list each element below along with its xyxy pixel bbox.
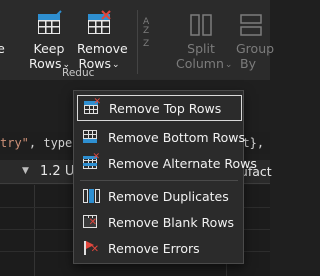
ribbon-group-label: Reduc [62, 67, 95, 79]
menu-separator [80, 180, 238, 181]
menu-item-label: Remove Top Rows [109, 100, 222, 116]
keep-rows-icon [36, 10, 62, 38]
menu-item-label: Remove Bottom Rows [108, 129, 246, 145]
menu-item-remove-blank-rows[interactable]: ✕ Remove Blank Rows [77, 209, 242, 235]
menu-item-label: Remove Duplicates [108, 188, 229, 204]
remove-rows-icon [86, 10, 112, 38]
menu-item-label: Remove Alternate Rows [108, 155, 257, 171]
remove-bottom-rows-icon [82, 129, 100, 145]
remove-errors-icon: ✕ [82, 240, 100, 256]
svg-text:Z: Z [143, 26, 149, 36]
keep-rows-label-line2: Rows [29, 56, 62, 71]
menu-item-remove-top-rows[interactable]: ✕ Remove Top Rows [77, 95, 242, 121]
chevron-down-icon: ⌄ [224, 60, 233, 70]
group-by-label-line1: Group [236, 41, 275, 56]
formula-bar-left[interactable]: try", type [0, 132, 75, 154]
keep-rows-button[interactable]: Keep Rows⌄ [29, 10, 70, 73]
remove-top-rows-icon: ✕ [83, 97, 101, 116]
group-by-icon [238, 12, 264, 38]
sort-icon: A Z Z [143, 17, 150, 49]
keep-rows-label-line1: Keep [33, 41, 65, 56]
remove-rows-button[interactable]: Remove Rows⌄ [77, 10, 128, 73]
split-column-label-line1: Split [187, 41, 215, 56]
remove-rows-menu: ✕ Remove Top Rows Remove Bottom Rows ✕ R… [73, 90, 257, 264]
menu-item-remove-errors[interactable]: ✕ Remove Errors [77, 235, 242, 261]
sort-buttons[interactable]: A Z Z [140, 12, 160, 55]
formula-text-fragment: , type [28, 136, 73, 150]
remove-alternate-rows-icon: ✕ [82, 152, 100, 171]
svg-text:Z: Z [143, 39, 149, 49]
partial-icon [0, 12, 14, 38]
remove-blank-rows-icon: ✕ [82, 214, 100, 230]
split-column-icon [188, 12, 214, 38]
formula-string-fragment: try" [0, 136, 29, 150]
menu-item-remove-duplicates[interactable]: Remove Duplicates [77, 183, 242, 209]
remove-duplicates-icon [82, 188, 100, 204]
remove-rows-label-line1: Remove [77, 41, 128, 56]
menu-item-remove-bottom-rows[interactable]: Remove Bottom Rows [77, 124, 246, 150]
split-column-button[interactable]: Split Column⌄ [176, 12, 232, 73]
header-dropdown-icon[interactable]: ▼ [22, 166, 29, 176]
menu-item-label: Remove Blank Rows [108, 214, 235, 230]
group-by-label-line2: By [240, 56, 256, 71]
group-by-button[interactable]: Group By [236, 12, 282, 71]
column-header: 1.2 U [40, 164, 74, 179]
split-column-label-line2: Column [176, 56, 224, 71]
menu-item-label: Remove Errors [108, 240, 200, 256]
column-type-label[interactable]: 1.2 [40, 164, 61, 179]
ribbon: e Keep Rows⌄ Remove Rows⌄ A Z Z Split Co… [0, 0, 274, 80]
ribbon-separator [137, 10, 138, 74]
partial-label: e [0, 41, 5, 56]
menu-item-remove-alternate-rows[interactable]: ✕ Remove Alternate Rows [77, 150, 257, 176]
ribbon-partial-button[interactable]: e [0, 12, 16, 56]
chevron-down-icon: ⌄ [111, 60, 120, 70]
